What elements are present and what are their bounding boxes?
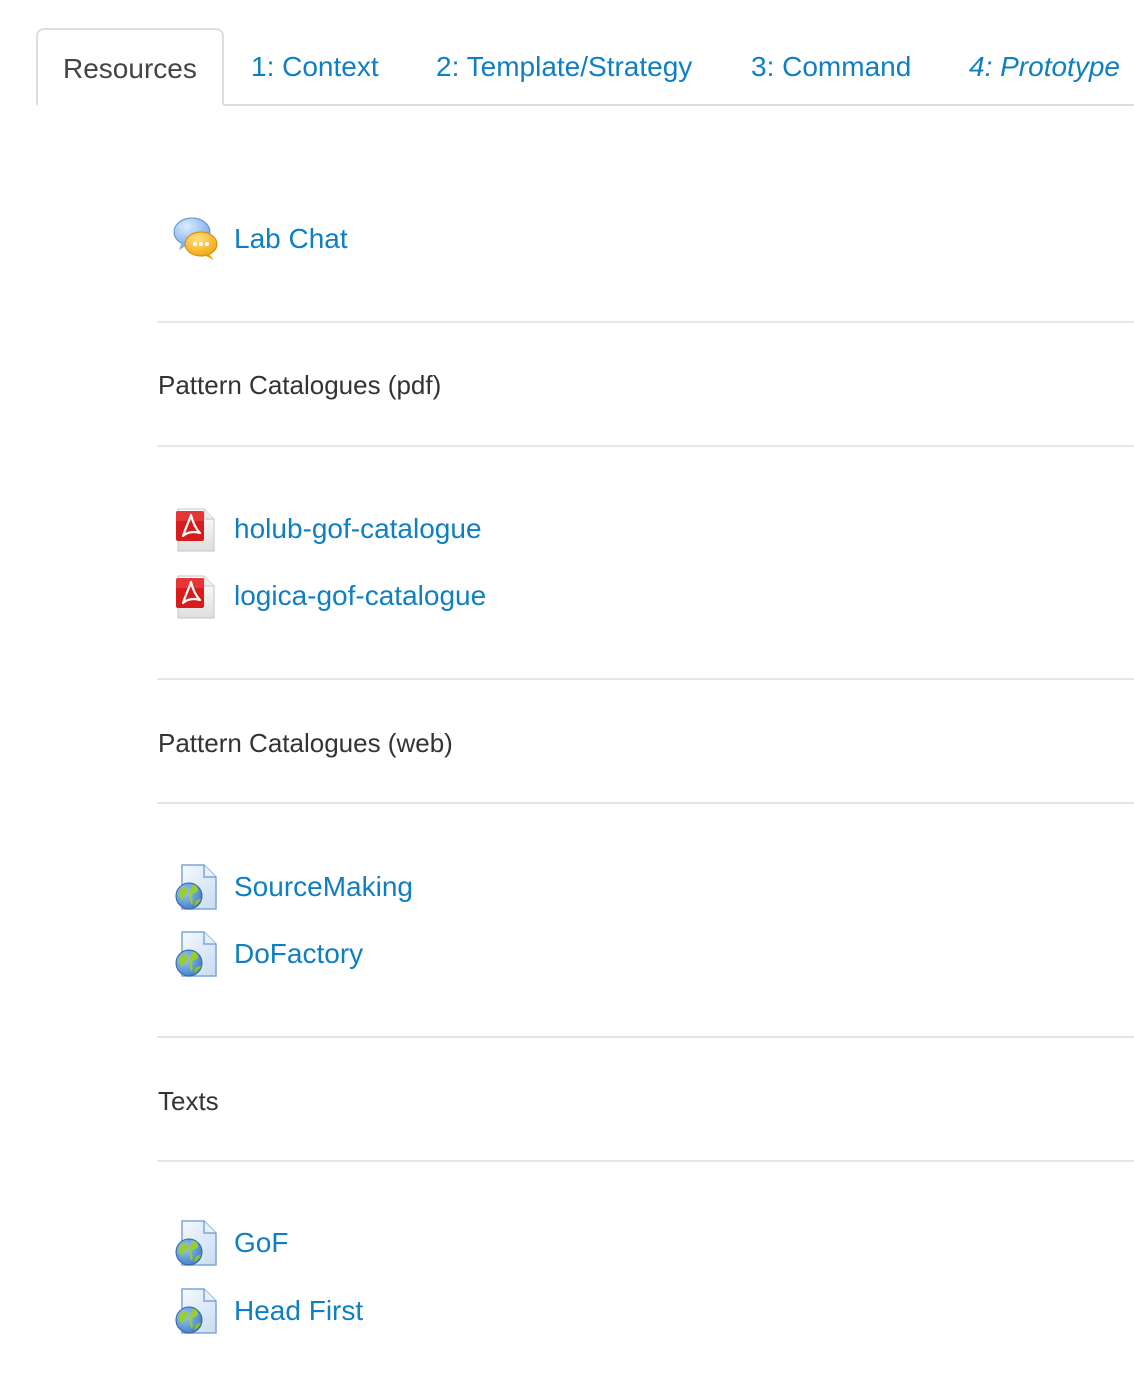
tab-context[interactable]: 1: Context — [251, 28, 379, 104]
section-divider — [157, 1160, 1134, 1162]
tab-resources[interactable]: Resources — [36, 28, 224, 106]
url-link-head-first[interactable]: Head First — [172, 1286, 363, 1336]
web-page-icon — [172, 1287, 220, 1335]
activity-label: Lab Chat — [234, 223, 348, 254]
activity-label: Head First — [234, 1295, 364, 1326]
activity-label: holub-gof-catalogue — [234, 513, 482, 544]
activity-label: DoFactory — [234, 938, 364, 969]
section-divider — [157, 678, 1134, 680]
resource-link-holub[interactable]: holub-gof-catalogue — [172, 504, 482, 554]
section-divider — [157, 802, 1134, 804]
section-title-texts: Texts — [158, 1086, 219, 1116]
pdf-icon — [172, 572, 220, 620]
tab-command[interactable]: 3: Command — [751, 28, 911, 104]
lab-chat-link[interactable]: Lab Chat — [172, 214, 348, 264]
section-divider — [157, 445, 1134, 447]
tab-prototype[interactable]: 4: Prototype — [969, 28, 1120, 104]
section-title-web: Pattern Catalogues (web) — [158, 728, 453, 758]
section-tabs: Resources 1: Context 2: Template/Strateg… — [36, 28, 1134, 106]
section-divider — [157, 1036, 1134, 1038]
web-page-icon — [172, 1219, 220, 1267]
activity-label: SourceMaking — [234, 871, 413, 902]
url-link-gof[interactable]: GoF — [172, 1218, 288, 1268]
web-page-icon — [172, 930, 220, 978]
activity-label: GoF — [234, 1227, 289, 1258]
section-divider — [157, 321, 1134, 323]
web-page-icon — [172, 863, 220, 911]
resource-link-logica[interactable]: logica-gof-catalogue — [172, 571, 486, 621]
pdf-icon — [172, 505, 220, 553]
section-title-pdf: Pattern Catalogues (pdf) — [158, 370, 442, 400]
activity-label: logica-gof-catalogue — [234, 580, 487, 611]
chat-icon — [172, 215, 220, 263]
url-link-dofactory[interactable]: DoFactory — [172, 929, 363, 979]
url-link-sourcemaking[interactable]: SourceMaking — [172, 862, 413, 912]
tab-template-strategy[interactable]: 2: Template/Strategy — [436, 28, 692, 104]
